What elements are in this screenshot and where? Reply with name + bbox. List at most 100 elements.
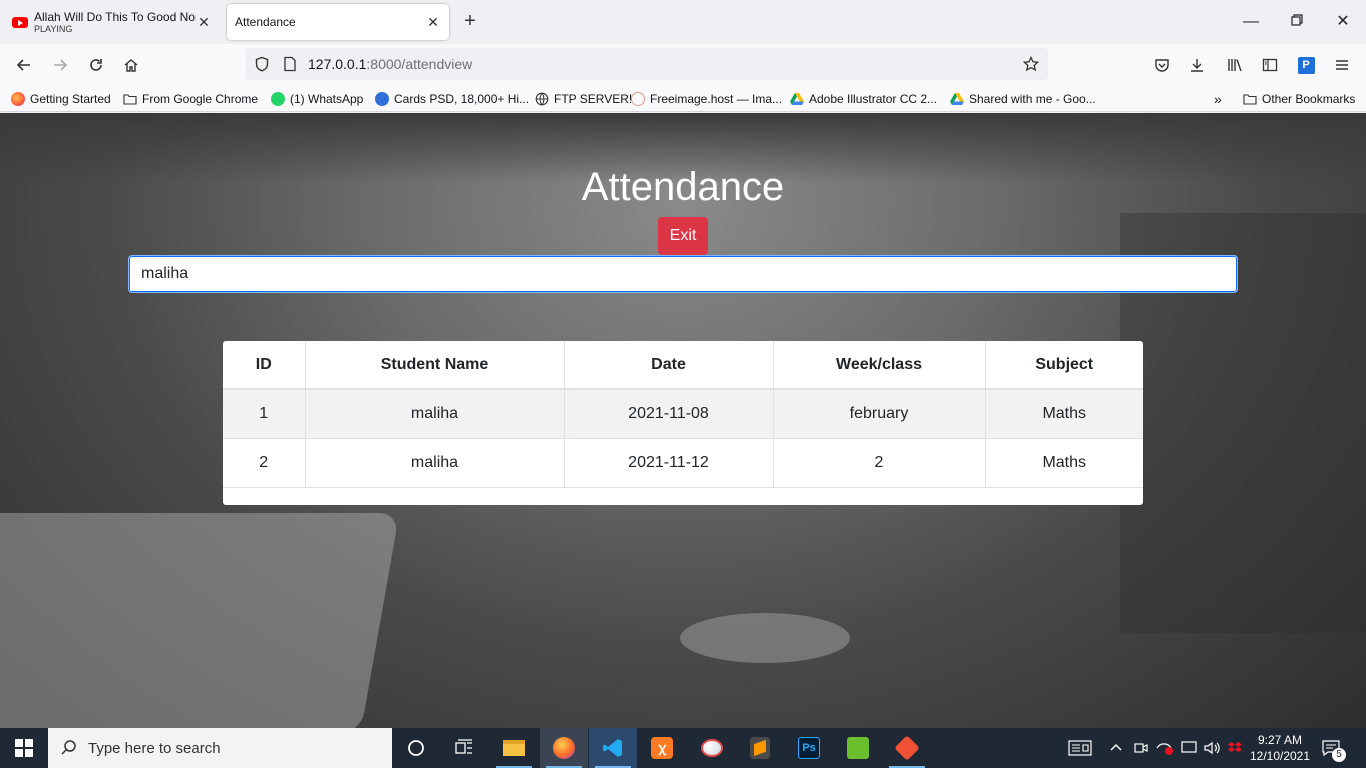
tab-attendance[interactable]: Attendance ✕ bbox=[227, 4, 449, 40]
task-view-button[interactable] bbox=[440, 728, 488, 768]
cell-id: 2 bbox=[223, 438, 306, 488]
bookmark-illustrator[interactable]: Adobe Illustrator CC 2... bbox=[790, 90, 937, 108]
close-tab-icon[interactable]: ✕ bbox=[196, 14, 212, 31]
restore-icon bbox=[1291, 14, 1303, 26]
page-icon[interactable] bbox=[282, 56, 298, 72]
table-row: 1 maliha 2021-11-08 february Maths bbox=[223, 389, 1143, 439]
taskbar-firefox[interactable] bbox=[540, 728, 588, 768]
cortana-icon bbox=[408, 740, 424, 756]
taskbar-paint[interactable] bbox=[688, 728, 736, 768]
bookmark-freeimage[interactable]: Freeimage.host — Ima... bbox=[631, 90, 782, 108]
taskbar-search-box[interactable]: Type here to search bbox=[48, 728, 392, 768]
bookmark-whatsapp[interactable]: (1) WhatsApp bbox=[271, 90, 363, 108]
bookmark-label: (1) WhatsApp bbox=[290, 92, 364, 106]
sublime-text-icon bbox=[750, 737, 770, 759]
cell-date: 2021-11-08 bbox=[564, 389, 774, 439]
forward-button[interactable] bbox=[46, 51, 74, 79]
volume-icon[interactable] bbox=[1204, 728, 1222, 768]
folder-icon bbox=[1243, 94, 1257, 105]
extension-button[interactable]: P bbox=[1292, 51, 1320, 79]
bookmark-star-icon[interactable] bbox=[1023, 56, 1039, 72]
tab-youtube[interactable]: Allah Will Do This To Good Non PLAYING ✕ bbox=[4, 4, 220, 40]
display-icon[interactable] bbox=[1181, 728, 1197, 768]
page-title: Attendance bbox=[581, 165, 785, 209]
paint-icon bbox=[701, 739, 723, 757]
minimize-button[interactable]: — bbox=[1228, 8, 1274, 36]
taskbar-nature-app[interactable] bbox=[834, 728, 882, 768]
search-icon bbox=[61, 740, 76, 755]
page-content: Attendance Exit ID Student Name Date Wee… bbox=[0, 113, 1366, 728]
bookmark-label: Other Bookmarks bbox=[1262, 92, 1356, 106]
windows-taskbar: Type here to search ꭓ Ps 9:27 AM 12/10/2… bbox=[0, 728, 1366, 768]
close-window-button[interactable]: ✕ bbox=[1320, 8, 1366, 36]
taskbar-sublime[interactable] bbox=[736, 728, 784, 768]
library-icon bbox=[1228, 59, 1242, 72]
youtube-icon bbox=[12, 16, 28, 28]
bookmark-shared-with-me[interactable]: Shared with me - Goo... bbox=[950, 90, 1096, 108]
sidebar-button[interactable] bbox=[1256, 51, 1284, 79]
meet-now-icon[interactable] bbox=[1134, 728, 1148, 768]
system-clock[interactable]: 9:27 AM 12/10/2021 bbox=[1244, 732, 1316, 764]
taskbar-git[interactable] bbox=[883, 728, 931, 768]
home-button[interactable] bbox=[117, 51, 145, 79]
freepik-icon bbox=[375, 92, 389, 106]
bookmark-folder-chrome[interactable]: From Google Chrome bbox=[123, 90, 258, 108]
start-button[interactable] bbox=[0, 728, 48, 768]
cortana-button[interactable] bbox=[392, 728, 440, 768]
extension-icon: P bbox=[1297, 56, 1315, 74]
cell-student-name: maliha bbox=[305, 389, 565, 439]
search-input[interactable] bbox=[128, 255, 1238, 293]
navigation-bar: 127.0.0.1:8000/attendview P bbox=[0, 44, 1366, 86]
cell-week-class: 2 bbox=[773, 438, 986, 488]
bookmark-label: FTP SERVER! bbox=[554, 92, 633, 106]
google-drive-icon bbox=[790, 93, 804, 105]
new-tab-button[interactable]: + bbox=[458, 10, 482, 34]
library-button[interactable] bbox=[1221, 51, 1249, 79]
restore-button[interactable] bbox=[1274, 8, 1320, 36]
downloads-button[interactable] bbox=[1183, 51, 1211, 79]
taskbar-search-placeholder: Type here to search bbox=[88, 739, 221, 757]
attendance-table: ID Student Name Date Week/class Subject … bbox=[223, 341, 1143, 505]
bookmark-ftp-server[interactable]: FTP SERVER! bbox=[535, 90, 632, 108]
taskbar-vscode[interactable] bbox=[589, 728, 637, 768]
file-explorer-icon bbox=[503, 740, 525, 756]
cell-date: 2021-11-12 bbox=[564, 438, 774, 488]
column-header-subject: Subject bbox=[985, 341, 1143, 390]
cell-week-class: february bbox=[773, 389, 986, 439]
url-bar[interactable]: 127.0.0.1:8000/attendview bbox=[246, 48, 1048, 80]
bookmarks-overflow-icon[interactable]: » bbox=[1214, 90, 1222, 108]
taskbar-file-explorer[interactable] bbox=[490, 728, 538, 768]
news-widget-icon[interactable] bbox=[1068, 728, 1092, 768]
hamburger-menu-icon bbox=[1336, 60, 1348, 70]
back-button[interactable] bbox=[10, 51, 38, 79]
reload-button[interactable] bbox=[82, 51, 110, 79]
notification-center-icon[interactable]: 5 bbox=[1322, 728, 1346, 768]
url-text[interactable]: 127.0.0.1:8000/attendview bbox=[308, 56, 472, 72]
taskbar-photoshop[interactable]: Ps bbox=[785, 728, 833, 768]
pocket-button[interactable] bbox=[1148, 51, 1176, 79]
bookmark-cards-psd[interactable]: Cards PSD, 18,000+ Hi... bbox=[375, 90, 529, 108]
freeimage-icon bbox=[631, 92, 645, 106]
notification-count-badge: 5 bbox=[1332, 748, 1346, 762]
whatsapp-icon bbox=[271, 92, 285, 106]
table-header-row: ID Student Name Date Week/class Subject bbox=[223, 341, 1143, 390]
task-view-icon bbox=[455, 739, 472, 754]
bookmark-getting-started[interactable]: Getting Started bbox=[11, 90, 111, 108]
bookmark-label: Getting Started bbox=[30, 92, 111, 106]
bookmark-other-bookmarks[interactable]: Other Bookmarks bbox=[1243, 90, 1355, 108]
url-host: 127.0.0.1 bbox=[308, 56, 367, 72]
firefox-icon bbox=[553, 737, 575, 759]
google-drive-icon bbox=[950, 93, 964, 105]
menu-button[interactable] bbox=[1328, 51, 1356, 79]
green-app-icon bbox=[847, 737, 869, 759]
cell-id: 1 bbox=[223, 389, 306, 439]
taskbar-xampp[interactable]: ꭓ bbox=[638, 728, 686, 768]
shield-icon[interactable] bbox=[254, 56, 270, 72]
close-tab-icon[interactable]: ✕ bbox=[425, 14, 441, 31]
dropbox-icon[interactable] bbox=[1228, 728, 1242, 768]
exit-button[interactable]: Exit bbox=[658, 217, 708, 255]
photoshop-icon: Ps bbox=[798, 737, 820, 759]
bookmarks-toolbar: Getting Started From Google Chrome (1) W… bbox=[0, 86, 1366, 112]
network-warning-icon[interactable] bbox=[1156, 728, 1174, 768]
show-hidden-icons-chevron-icon[interactable] bbox=[1110, 728, 1122, 768]
